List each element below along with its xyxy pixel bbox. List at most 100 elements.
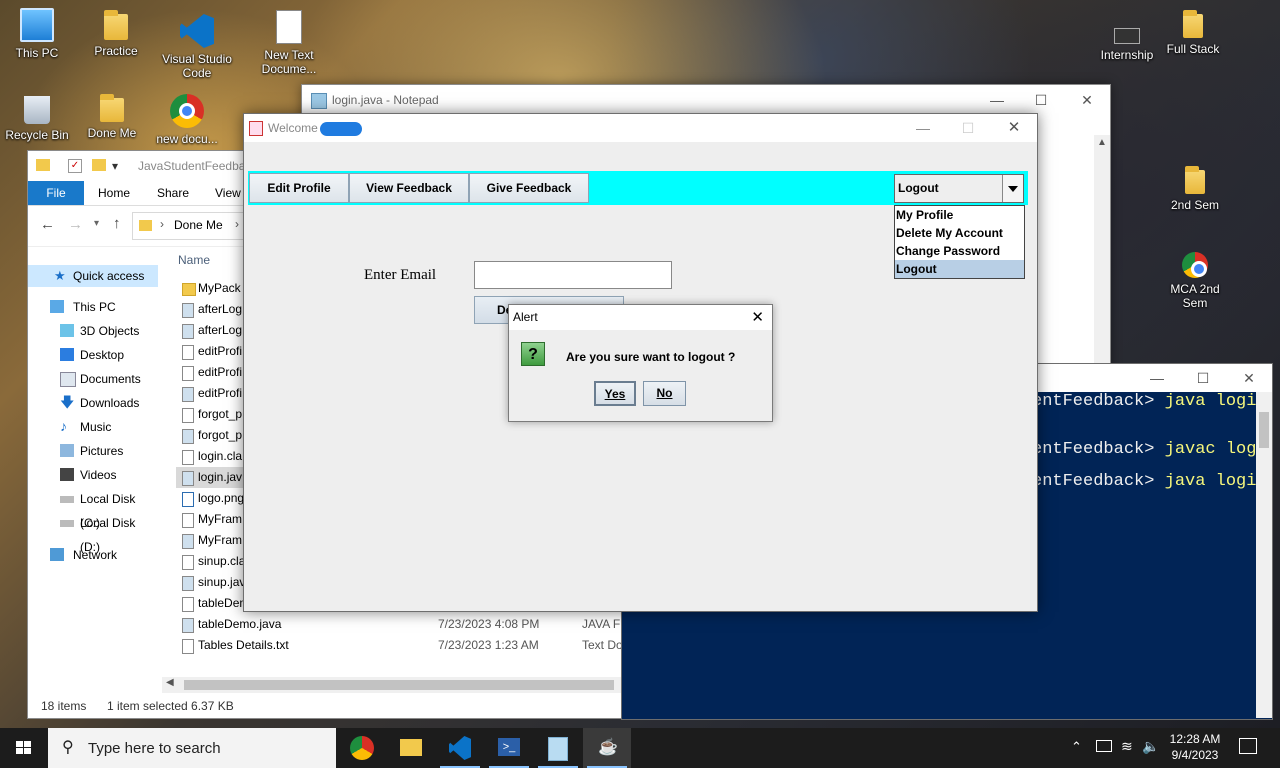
taskbar-java[interactable]: ☕ — [583, 728, 631, 768]
alert-message: Are you sure want to logout ? — [566, 350, 736, 364]
notification-center-icon[interactable] — [1239, 738, 1257, 754]
taskbar-vscode[interactable] — [436, 728, 484, 768]
desktop-icon-internship[interactable]: Internship — [1090, 14, 1164, 62]
windows-logo-pane — [24, 748, 31, 754]
file-row[interactable]: tableDemo.java 7/23/2023 4:08 PM JAVA Fi — [176, 614, 636, 635]
taskbar-search-box[interactable]: ⚲ Type here to search — [48, 728, 336, 768]
chrome-icon — [1182, 252, 1208, 278]
taskbar-notepad[interactable] — [534, 728, 582, 768]
up-icon[interactable]: ↑ — [113, 215, 121, 232]
file-name: login.cla — [198, 449, 243, 463]
nav-item-3d-objects[interactable]: 3D Objects — [28, 319, 139, 343]
logout-alert-dialog[interactable]: Alert ✕ ? Are you sure want to logout ? … — [508, 304, 773, 422]
minimize-icon[interactable]: — — [900, 114, 946, 142]
close-icon[interactable]: ✕ — [1226, 364, 1272, 392]
desktop-icon-practice[interactable]: Practice — [79, 10, 153, 58]
console-scrollbar[interactable] — [1256, 392, 1272, 718]
scroll-left-icon[interactable]: ◀ — [166, 677, 174, 688]
new-folder-icon[interactable] — [92, 159, 106, 171]
desktop-icon-new-document[interactable]: new docu... — [150, 94, 224, 146]
desktop-icon-label: Done Me — [87, 126, 137, 140]
ribbon-tab-home[interactable]: Home — [98, 181, 130, 205]
desktop-icon-label: new docu... — [156, 132, 218, 146]
notepad-scrollbar[interactable]: ▲ — [1094, 135, 1110, 383]
yes-button[interactable]: Yes — [594, 381, 636, 406]
view-feedback-button[interactable]: View Feedback — [349, 173, 469, 203]
desktop-icon-vscode[interactable]: Visual Studio Code — [160, 14, 234, 80]
taskbar-powershell[interactable]: >_ — [485, 728, 533, 768]
scrollbar-thumb[interactable] — [184, 680, 614, 690]
ribbon-tab-share[interactable]: Share — [157, 181, 189, 205]
close-icon[interactable]: ✕ — [991, 114, 1037, 142]
horizontal-scrollbar[interactable]: ◀ — [162, 677, 628, 693]
nav-item-network[interactable]: Network — [28, 543, 117, 567]
computer-icon — [20, 8, 54, 42]
recent-locations-icon[interactable]: ▾ — [94, 218, 99, 229]
chevron-down-icon[interactable]: ▾ — [112, 151, 118, 181]
close-icon[interactable]: ✕ — [1064, 85, 1110, 115]
combo-dropdown-list: My Profile Delete My Account Change Pass… — [894, 205, 1025, 279]
java-title-bar[interactable]: Welcome — ☐ ✕ — [244, 114, 1037, 142]
chevron-down-icon[interactable] — [1002, 175, 1023, 202]
nav-item-downloads[interactable]: 🡇 Downloads — [28, 391, 139, 415]
no-button[interactable]: No — [643, 381, 686, 406]
nav-item-desktop[interactable]: Desktop — [28, 343, 124, 367]
console-prompt: entFeedback> — [1032, 392, 1155, 411]
maximize-icon[interactable]: ☐ — [1180, 364, 1226, 392]
desktop-icon-recycle-bin[interactable]: Recycle Bin — [0, 96, 74, 142]
nav-item-videos[interactable]: Videos — [28, 463, 116, 487]
desktop-icon-done-me[interactable]: Done Me — [75, 94, 149, 140]
volume-icon[interactable]: 🔈 — [1142, 738, 1159, 755]
forward-icon[interactable]: → — [68, 216, 83, 233]
back-icon[interactable]: ← — [40, 216, 55, 233]
show-hidden-icons[interactable]: ⌃ — [1071, 739, 1082, 755]
battery-icon[interactable] — [1096, 740, 1112, 752]
ribbon-tab-view[interactable]: View — [215, 181, 241, 205]
desktop-icon-mca-2nd-sem[interactable]: MCA 2nd Sem — [1158, 252, 1232, 310]
file-icon — [182, 597, 194, 612]
nav-item-documents[interactable]: Documents — [28, 367, 141, 391]
java-file-icon — [182, 303, 194, 318]
taskbar-file-explorer[interactable] — [387, 728, 435, 768]
ribbon-tab-file[interactable]: File — [28, 181, 84, 205]
scrollbar-thumb[interactable] — [1259, 412, 1269, 448]
chevron-right-icon: › — [235, 217, 239, 231]
maximize-icon[interactable]: ☐ — [1018, 85, 1064, 115]
taskbar-chrome[interactable] — [338, 728, 386, 768]
option-delete-my-account[interactable]: Delete My Account — [895, 224, 1024, 242]
account-combo-box[interactable]: Logout — [894, 174, 1024, 203]
notepad-title-bar[interactable]: login.java - Notepad — ☐ ✕ — [302, 85, 1110, 115]
minimize-icon[interactable]: — — [1134, 364, 1180, 392]
option-logout[interactable]: Logout — [895, 260, 1024, 278]
option-my-profile[interactable]: My Profile — [895, 206, 1024, 224]
nav-item-quick-access[interactable]: ★ Quick access — [28, 265, 158, 287]
taskbar-clock[interactable]: 12:28 AM 9/4/2023 — [1165, 731, 1225, 763]
close-icon[interactable]: ✕ — [751, 305, 764, 330]
desktop-icon-2nd-sem[interactable]: 2nd Sem — [1158, 166, 1232, 212]
file-row[interactable]: Tables Details.txt 7/23/2023 1:23 AM Text … — [176, 635, 636, 656]
give-feedback-button[interactable]: Give Feedback — [469, 173, 589, 203]
desktop-icon-full-stack[interactable]: Full Stack — [1156, 10, 1230, 56]
address-bar[interactable]: › Done Me › — [132, 212, 244, 240]
file-name: MyFram — [198, 512, 242, 526]
scroll-up-icon[interactable]: ▲ — [1097, 137, 1107, 148]
picture-icon — [60, 444, 74, 457]
desktop-icon-new-text-document[interactable]: New Text Docume... — [252, 10, 326, 76]
edit-profile-button[interactable]: Edit Profile — [249, 173, 349, 203]
desktop-icon-this-pc[interactable]: This PC — [0, 8, 74, 60]
minimize-icon[interactable]: — — [974, 85, 1020, 115]
option-change-password[interactable]: Change Password — [895, 242, 1024, 260]
nav-item-local-disk-d[interactable]: Local Disk (D:) — [28, 511, 158, 554]
file-name: afterLog — [198, 302, 243, 316]
email-field[interactable] — [474, 261, 672, 289]
start-button[interactable] — [0, 728, 48, 768]
maximize-icon[interactable]: ☐ — [945, 114, 991, 142]
alert-title-bar[interactable]: Alert ✕ — [509, 305, 772, 330]
column-header-name[interactable]: Name — [178, 253, 210, 267]
properties-icon[interactable]: ✓ — [68, 159, 82, 173]
nav-item-this-pc[interactable]: This PC — [28, 295, 116, 319]
nav-item-pictures[interactable]: Pictures — [28, 439, 123, 463]
nav-item-local-disk-c[interactable]: Local Disk (C:) — [28, 487, 158, 530]
wifi-icon[interactable]: ≋ — [1121, 738, 1133, 755]
nav-item-music[interactable]: ♪ Music — [28, 415, 111, 439]
